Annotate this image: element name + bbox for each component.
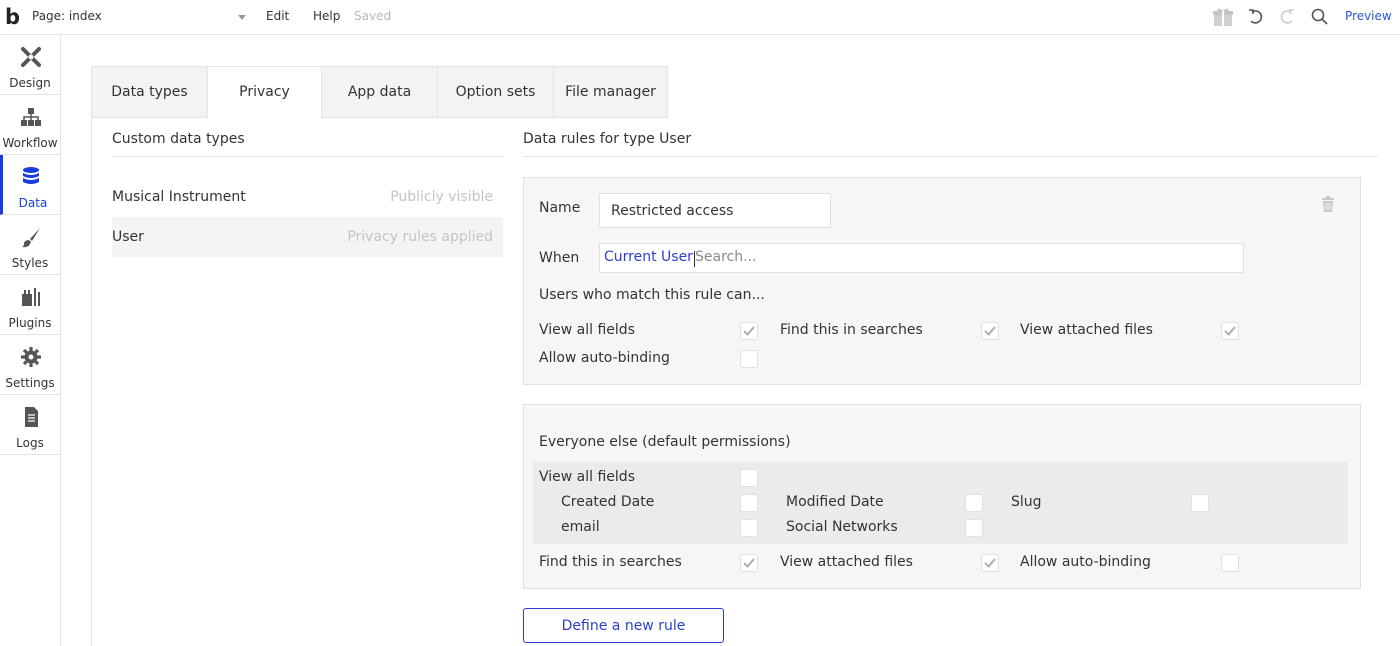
chevron-down-icon [238, 15, 246, 20]
top-bar: b Page: index Edit Help Saved Preview [0, 0, 1400, 35]
find-in-searches-checkbox[interactable] [981, 322, 999, 340]
default-allow-auto-binding-checkbox[interactable] [1221, 554, 1239, 572]
perm-label: View all fields [539, 322, 635, 338]
paintbrush-icon [20, 226, 42, 248]
perm-label: Allow auto-binding [539, 350, 670, 366]
data-type-name: Musical Instrument [112, 189, 246, 205]
trash-icon[interactable] [1321, 196, 1335, 216]
tab-app-data[interactable]: App data [322, 66, 438, 118]
perm-label: View attached files [780, 554, 913, 570]
field-visibility-section [533, 462, 1348, 544]
perm-label: Find this in searches [539, 554, 682, 570]
field-label: Modified Date [786, 494, 884, 510]
tab-data-types[interactable]: Data types [91, 66, 208, 118]
gear-icon [20, 346, 42, 368]
view-attached-files-checkbox[interactable] [1221, 322, 1239, 340]
allow-auto-binding-checkbox[interactable] [740, 350, 758, 368]
data-type-status: Privacy rules applied [347, 229, 493, 245]
current-user-token[interactable]: Current User [604, 249, 693, 265]
perm-label: Allow auto-binding [1020, 554, 1151, 570]
database-icon [20, 166, 42, 188]
data-tabs: Data types Privacy App data Option sets … [91, 66, 668, 118]
sidebar-item-label: Design [9, 76, 51, 90]
modified-date-checkbox[interactable] [965, 494, 983, 512]
workflow-tree-icon [20, 106, 42, 128]
email-checkbox[interactable] [740, 519, 758, 537]
page-selector-label: Page: index [32, 9, 102, 23]
gift-icon[interactable] [1212, 7, 1234, 31]
document-icon [20, 406, 42, 428]
sidebar-item-label: Plugins [8, 316, 52, 330]
tab-option-sets[interactable]: Option sets [438, 66, 554, 118]
default-view-attached-files-checkbox[interactable] [981, 554, 999, 572]
field-label: Slug [1011, 494, 1042, 510]
sidebar-item-label: Styles [11, 256, 49, 270]
tab-privacy[interactable]: Privacy [208, 66, 322, 118]
rule-name-value: Restricted access [611, 202, 734, 219]
redo-icon[interactable] [1278, 7, 1296, 31]
sidebar-item-logs[interactable]: Logs [0, 395, 60, 455]
data-type-row-user[interactable]: User Privacy rules applied [112, 217, 503, 257]
rule-when-label: When [539, 250, 580, 266]
social-networks-checkbox[interactable] [965, 519, 983, 537]
divider [523, 156, 1378, 157]
plugin-icon [20, 286, 42, 308]
sidebar-item-data[interactable]: Data [0, 155, 60, 215]
field-label: Created Date [561, 494, 655, 510]
bubble-logo[interactable]: b [5, 6, 20, 28]
sidebar-item-design[interactable]: Design [0, 35, 60, 95]
divider [112, 156, 503, 157]
data-type-name: User [112, 229, 144, 245]
sidebar-item-label: Data [18, 196, 48, 210]
help-menu[interactable]: Help [313, 9, 340, 23]
search-icon[interactable] [1311, 7, 1329, 31]
perm-label: Find this in searches [780, 322, 923, 338]
preview-button[interactable]: Preview [1345, 9, 1392, 23]
sidebar-item-label: Logs [16, 436, 44, 450]
saved-status: Saved [354, 9, 392, 23]
slug-checkbox[interactable] [1191, 494, 1209, 512]
rule-match-label: Users who match this rule can... [539, 287, 765, 303]
edit-menu[interactable]: Edit [266, 9, 289, 23]
sidebar-item-label: Workflow [2, 136, 58, 150]
design-tools-icon [20, 46, 42, 68]
sidebar-item-styles[interactable]: Styles [0, 215, 60, 275]
rule-name-label: Name [539, 200, 581, 216]
sidebar-item-label: Settings [5, 376, 55, 390]
sidebar-item-workflow[interactable]: Workflow [0, 95, 60, 155]
field-label: Social Networks [786, 519, 898, 535]
define-new-rule-button[interactable]: Define a new rule [523, 608, 724, 643]
default-find-in-searches-checkbox[interactable] [740, 554, 758, 572]
custom-data-types-title: Custom data types [112, 131, 245, 147]
default-view-all-fields-checkbox[interactable] [740, 469, 758, 487]
field-label: email [561, 519, 600, 535]
data-type-status: Publicly visible [390, 189, 493, 205]
tab-file-manager[interactable]: File manager [554, 66, 668, 118]
perm-label: View attached files [1020, 322, 1153, 338]
default-permissions-title: Everyone else (default permissions) [539, 434, 791, 450]
rule-when-condition[interactable]: Current User Search... [599, 243, 1244, 273]
sidebar-item-settings[interactable]: Settings [0, 335, 60, 395]
view-all-fields-checkbox[interactable] [740, 322, 758, 340]
page-selector[interactable]: Page: index [32, 9, 250, 27]
data-type-row-musical-instrument[interactable]: Musical Instrument Publicly visible [112, 177, 503, 217]
data-rules-title: Data rules for type User [523, 131, 692, 147]
sidebar-item-plugins[interactable]: Plugins [0, 275, 60, 335]
rule-name-input[interactable]: Restricted access [599, 193, 831, 228]
undo-icon[interactable] [1247, 7, 1265, 31]
perm-label: View all fields [539, 469, 635, 485]
when-search-input[interactable]: Search... [695, 249, 756, 265]
content-divider [91, 117, 92, 646]
left-sidebar: Design Workflow Data Styles Plugins Sett… [0, 35, 61, 646]
created-date-checkbox[interactable] [740, 494, 758, 512]
